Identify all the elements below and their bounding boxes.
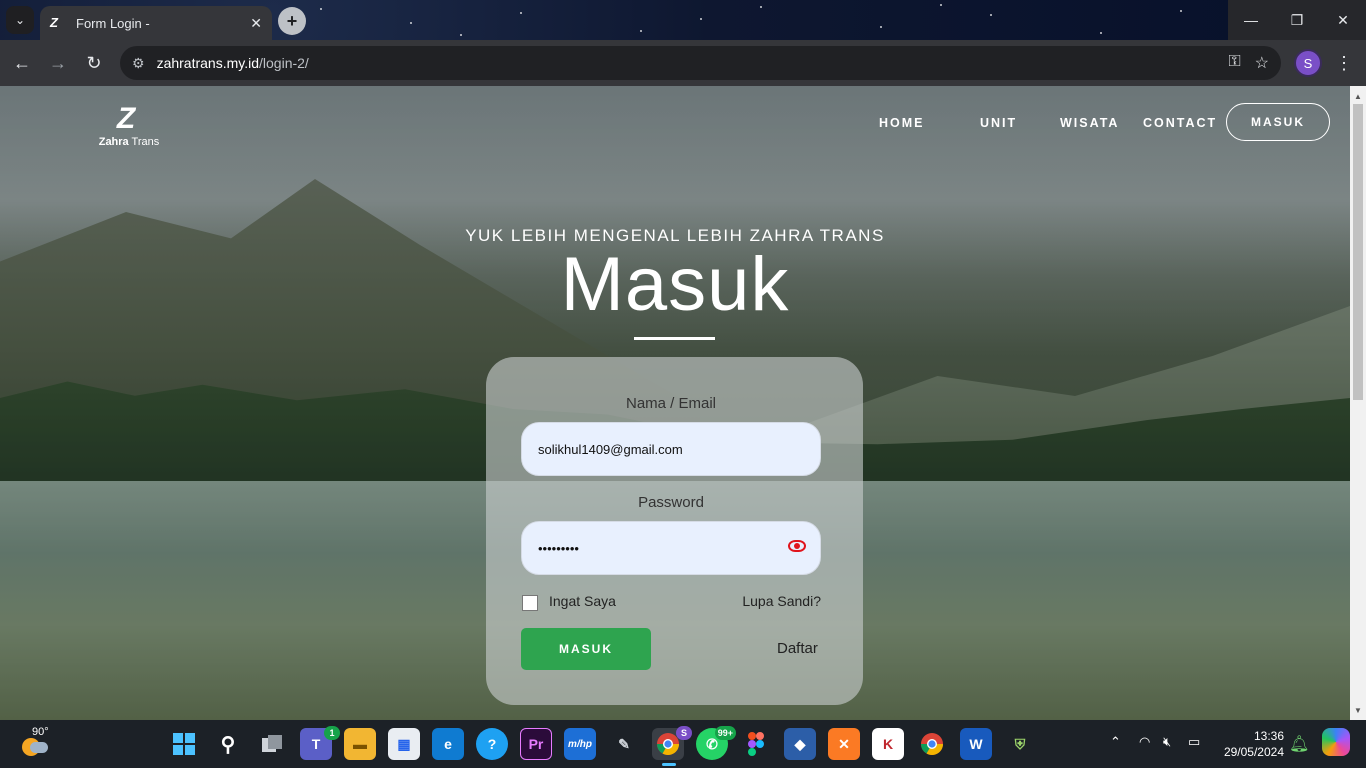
clock-date: 29/05/2024: [1223, 745, 1284, 759]
site-settings-icon[interactable]: ⚙: [132, 55, 145, 72]
restore-button[interactable]: ❐: [1274, 0, 1320, 40]
browser-toolbar: ← → ↻ ⚙ zahratrans.my.id/login-2/ ⚿ ☆: [0, 40, 1366, 86]
nav-login-button[interactable]: MASUK: [1226, 103, 1330, 141]
shield-app-icon[interactable]: ⛨: [1004, 728, 1036, 760]
browser-tab-bar: ⌄ Z Form Login - ✕ + — ❐ ✕: [0, 0, 1366, 40]
chrome-active-indicator: [662, 763, 676, 766]
chrome-profile-2-icon[interactable]: [916, 728, 948, 760]
logo-text-rest: Trans: [128, 136, 160, 148]
chrome-profile-badge: S: [676, 726, 692, 740]
premiere-pro-icon[interactable]: Pr: [520, 728, 552, 760]
remember-me-label[interactable]: Ingat Saya: [549, 593, 616, 609]
tab-search-button[interactable]: ⌄: [6, 6, 34, 34]
tab-title: Form Login -: [76, 15, 150, 31]
whatsapp-badge: 99+: [714, 726, 736, 740]
url-host: zahratrans.my.id: [156, 55, 260, 71]
scroll-down-arrow-icon[interactable]: ▼: [1350, 702, 1366, 718]
login-card: Nama / Email solikhul1409@gmail.com Pass…: [486, 357, 863, 705]
weather-temperature: 90°: [32, 726, 49, 738]
bookmark-star-icon[interactable]: ☆: [1255, 53, 1269, 73]
logo-text: Zahra Trans: [94, 136, 164, 148]
email-value: solikhul1409@gmail.com: [538, 441, 683, 457]
site-logo[interactable]: Z Zahra Trans: [94, 104, 164, 149]
volume-muted-icon[interactable]: 🔇︎: [1163, 734, 1171, 750]
password-field[interactable]: •••••••••: [521, 521, 821, 575]
nav-home[interactable]: HOME: [879, 116, 925, 130]
address-bar[interactable]: ⚙ zahratrans.my.id/login-2/ ⚿ ☆: [120, 46, 1281, 80]
wifi-icon[interactable]: ◠: [1139, 734, 1150, 750]
tab-close-icon[interactable]: ✕: [250, 15, 262, 32]
notification-bell-icon[interactable]: 🔔︎: [1289, 734, 1309, 754]
microsoft-store-icon[interactable]: ▦: [388, 728, 420, 760]
figma-icon[interactable]: [740, 728, 772, 760]
search-icon[interactable]: ⚲: [212, 728, 244, 760]
password-key-icon[interactable]: ⚿: [1228, 53, 1240, 73]
close-window-button[interactable]: ✕: [1320, 0, 1366, 40]
password-value: •••••••••: [538, 540, 579, 556]
register-link[interactable]: Daftar: [777, 640, 818, 657]
show-hidden-icons-chevron-icon[interactable]: ⌃: [1110, 734, 1121, 750]
reload-icon[interactable]: ↻: [80, 49, 108, 77]
password-label: Password: [638, 494, 704, 511]
tab-form-login[interactable]: Z Form Login - ✕: [40, 6, 272, 40]
forgot-password-link[interactable]: Lupa Sandi?: [742, 593, 821, 609]
nav-contact[interactable]: CONTACT: [1143, 116, 1217, 130]
back-arrow-icon[interactable]: ←: [8, 49, 36, 77]
remember-me-checkbox[interactable]: [522, 595, 538, 611]
weather-widget[interactable]: 90°: [18, 726, 49, 758]
url-path: /login-2/: [259, 55, 309, 71]
weather-cloud-icon: [30, 742, 48, 753]
scrollbar-thumb[interactable]: [1353, 104, 1363, 400]
email-label: Nama / Email: [625, 395, 717, 412]
paint-app-icon[interactable]: ✎: [608, 728, 640, 760]
forward-arrow-icon[interactable]: →: [44, 49, 72, 77]
zahra-favicon-icon: Z: [50, 15, 58, 30]
profile-avatar[interactable]: S: [1294, 49, 1322, 77]
nav-wisata[interactable]: WISATA: [1060, 116, 1119, 130]
scroll-up-arrow-icon[interactable]: ▲: [1350, 88, 1366, 104]
nav-unit[interactable]: UNIT: [980, 116, 1017, 130]
copilot-icon[interactable]: [1322, 728, 1350, 756]
logo-mark: Z: [116, 102, 136, 135]
word-icon[interactable]: W: [960, 728, 992, 760]
page-scrollbar[interactable]: ▲ ▼: [1350, 86, 1366, 720]
teams-badge: 1: [324, 726, 340, 740]
virtualbox-icon[interactable]: ◆: [784, 728, 816, 760]
file-explorer-icon[interactable]: ▬: [344, 728, 376, 760]
mhp-app-icon[interactable]: m/hp: [564, 728, 596, 760]
whatsapp-icon[interactable]: ✆ 99+: [696, 726, 736, 760]
task-view-icon[interactable]: [256, 728, 288, 760]
windows-start-icon[interactable]: [168, 728, 200, 760]
window-controls: — ❐ ✕: [1228, 0, 1366, 40]
email-field[interactable]: solikhul1409@gmail.com: [521, 422, 821, 476]
clock-time: 13:36: [1253, 729, 1284, 743]
kingsoft-icon[interactable]: K: [872, 728, 904, 760]
minimize-button[interactable]: —: [1228, 0, 1274, 40]
logo-text-bold: Zahra: [98, 136, 129, 148]
xampp-icon[interactable]: ✕: [828, 728, 860, 760]
chrome-icon[interactable]: S: [652, 726, 692, 760]
show-password-eye-icon[interactable]: [788, 540, 806, 552]
windows-taskbar: 90° ⚲ T1 ▬ ▦ e ? Pr m/hp ✎ S ✆ 99+ ◆ ✕ K …: [0, 720, 1366, 768]
page-title: Masuk: [560, 242, 790, 327]
web-page: Z Zahra Trans HOME UNIT WISATA CONTACT M…: [0, 86, 1350, 720]
browser-menu-icon[interactable]: ⋮: [1334, 49, 1354, 77]
login-submit-button[interactable]: MASUK: [521, 628, 651, 670]
title-underline: [634, 337, 715, 340]
system-clock[interactable]: 13:36 29/05/2024: [1218, 728, 1284, 760]
battery-icon[interactable]: ▭: [1188, 734, 1200, 750]
edge-icon[interactable]: e: [432, 728, 464, 760]
teams-icon[interactable]: T1: [300, 726, 340, 760]
get-help-icon[interactable]: ?: [476, 728, 508, 760]
new-tab-button[interactable]: +: [278, 7, 306, 35]
